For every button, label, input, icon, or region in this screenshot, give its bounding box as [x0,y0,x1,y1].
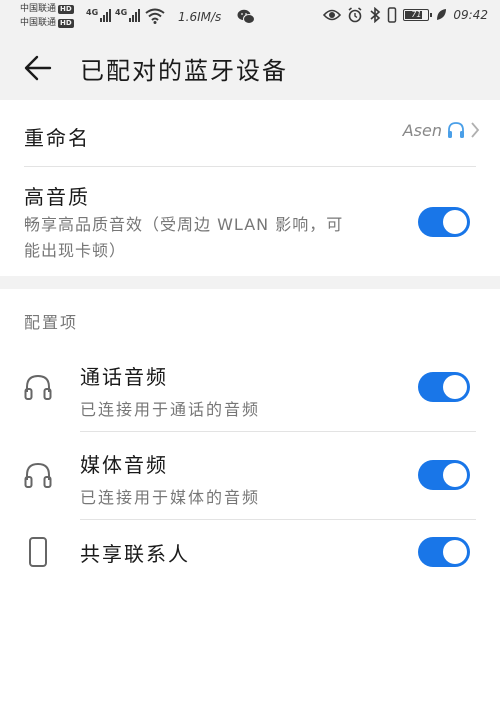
phone-icon [29,537,47,567]
carrier-1-label: 中国联通 [20,4,57,14]
toggle-knob [443,540,467,564]
page-title: 已配对的蓝牙设备 [80,57,288,85]
hq-desc-line1: 畅享高品质音效（受周边 WLAN 影响，可 [24,215,344,234]
media-audio-sub: 已连接用于媒体的音频 [80,488,261,507]
wechat-icon [237,9,255,24]
network-speed: 1.6IM/s [178,10,222,24]
share-contacts-toggle[interactable] [418,537,470,567]
toggle-knob [443,463,467,487]
network-type-2: 4G [115,8,128,17]
headset-icon [24,374,52,400]
call-audio-toggle[interactable] [418,372,470,402]
carrier-2-label: 中国联通 [20,18,57,28]
hd-badge-1: HD [58,4,74,14]
chevron-right-icon [471,122,480,138]
call-audio-sub: 已连接用于通话的音频 [80,400,261,419]
status-bar: 中国联通 HD 中国联通 HD 4G 4G 1.6IM/s 71 09:42 [0,0,500,36]
toggle-knob [443,375,467,399]
divider [80,519,476,520]
wifi-icon [145,8,165,24]
share-contacts-title: 共享联系人 [80,542,190,566]
headset-icon [24,462,52,488]
bluetooth-icon [370,7,381,23]
hq-desc-line2: 能出现卡顿） [24,241,127,260]
carrier-1: 中国联通 HD [20,4,74,14]
status-right: 71 09:42 [323,7,488,23]
signal-icon-2: 4G [115,8,141,22]
headset-icon [448,122,464,138]
divider [80,431,476,432]
hd-badge-2: HD [58,18,74,28]
clock: 09:42 [453,8,488,22]
vibrate-icon [388,7,397,23]
hq-toggle[interactable] [418,207,470,237]
battery-icon: 71 [403,9,433,21]
leaf-icon [437,9,447,20]
carrier-2: 中国联通 HD [20,18,74,28]
media-audio-toggle[interactable] [418,460,470,490]
device-name: Asen [402,120,442,140]
network-type-1: 4G [86,8,99,17]
rename-label: 重命名 [24,126,90,150]
call-audio-title: 通话音频 [80,365,168,389]
alarm-icon [348,7,362,23]
section-gap [0,276,500,289]
media-audio-title: 媒体音频 [80,453,168,477]
app-bar: 已配对的蓝牙设备 [0,36,500,100]
signal-icon-1: 4G [86,8,112,22]
hq-label: 高音质 [24,185,90,209]
battery-level: 71 [411,10,422,19]
eye-comfort-icon [323,9,342,21]
section-header-config: 配置项 [24,313,79,332]
back-arrow-icon[interactable] [22,52,54,84]
device-name-value[interactable]: Asen [403,120,480,140]
toggle-knob [443,210,467,234]
